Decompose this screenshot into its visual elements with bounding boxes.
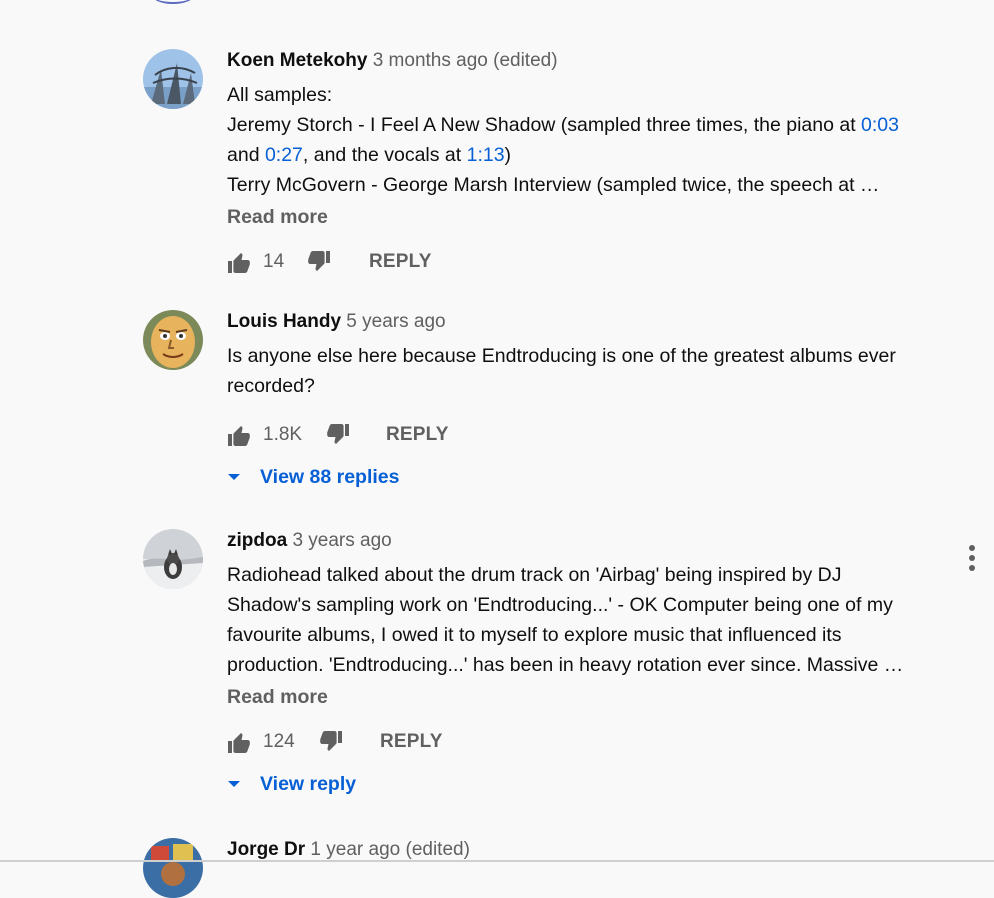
avatar[interactable] [143, 838, 203, 898]
caret-down-icon [227, 457, 241, 511]
comment-actions: 124 REPLY [227, 722, 957, 762]
reply-button[interactable]: REPLY [369, 242, 432, 282]
comment-actions: 14 REPLY [227, 242, 957, 282]
view-replies-label: View reply [260, 773, 357, 795]
more-options-icon[interactable] [964, 545, 980, 573]
comment-header: zipdoa 3 years ago [227, 528, 957, 554]
like-icon[interactable] [227, 242, 253, 282]
comment-actions: 1.8K REPLY [227, 415, 957, 455]
view-replies-button[interactable]: View 88 replies [227, 457, 957, 497]
author-name[interactable]: Koen Metekohy [227, 50, 367, 71]
comment-timestamp[interactable]: 1 year ago (edited) [310, 839, 470, 860]
comment-timestamp[interactable]: 3 years ago [292, 530, 391, 551]
dislike-icon[interactable] [307, 242, 333, 282]
avatar[interactable] [143, 529, 203, 589]
view-replies-label: View 88 replies [260, 466, 400, 488]
view-replies-button[interactable]: View reply [227, 764, 957, 804]
like-count: 124 [263, 731, 295, 752]
comment-text: Radiohead talked about the drum track on… [227, 564, 904, 676]
dislike-icon[interactable] [326, 415, 352, 455]
author-name[interactable]: zipdoa [227, 530, 287, 551]
comment-header: Koen Metekohy 3 months ago (edited) [227, 48, 957, 74]
like-count: 1.8K [263, 424, 303, 445]
read-more-button[interactable]: Read more [227, 200, 957, 236]
like-icon[interactable] [227, 722, 253, 762]
timestamp-link[interactable]: 0:03 [861, 114, 899, 136]
avatar[interactable] [143, 49, 203, 109]
like-icon[interactable] [227, 415, 253, 455]
read-more-button[interactable]: Read more [227, 680, 957, 716]
author-name[interactable]: Louis Handy [227, 311, 341, 332]
dislike-icon[interactable] [319, 722, 345, 762]
comment-timestamp[interactable]: 3 months ago (edited) [373, 50, 558, 71]
like-count: 14 [263, 251, 285, 272]
author-name[interactable]: Jorge Dr [227, 839, 305, 860]
comment-text: All samples: Jeremy Storch - I Feel A Ne… [227, 84, 899, 196]
comment-header: Louis Handy 5 years ago [227, 309, 957, 335]
timestamp-link[interactable]: 1:13 [467, 144, 505, 166]
caret-down-icon [227, 764, 241, 818]
reply-button[interactable]: REPLY [380, 722, 443, 762]
timestamp-link[interactable]: 0:27 [265, 144, 303, 166]
comment-timestamp[interactable]: 5 years ago [346, 311, 445, 332]
comment-text: Is anyone else here because Endtroducing… [227, 345, 896, 397]
previous-avatar-edge [152, 0, 194, 4]
reply-button[interactable]: REPLY [386, 415, 449, 455]
avatar[interactable] [143, 310, 203, 370]
